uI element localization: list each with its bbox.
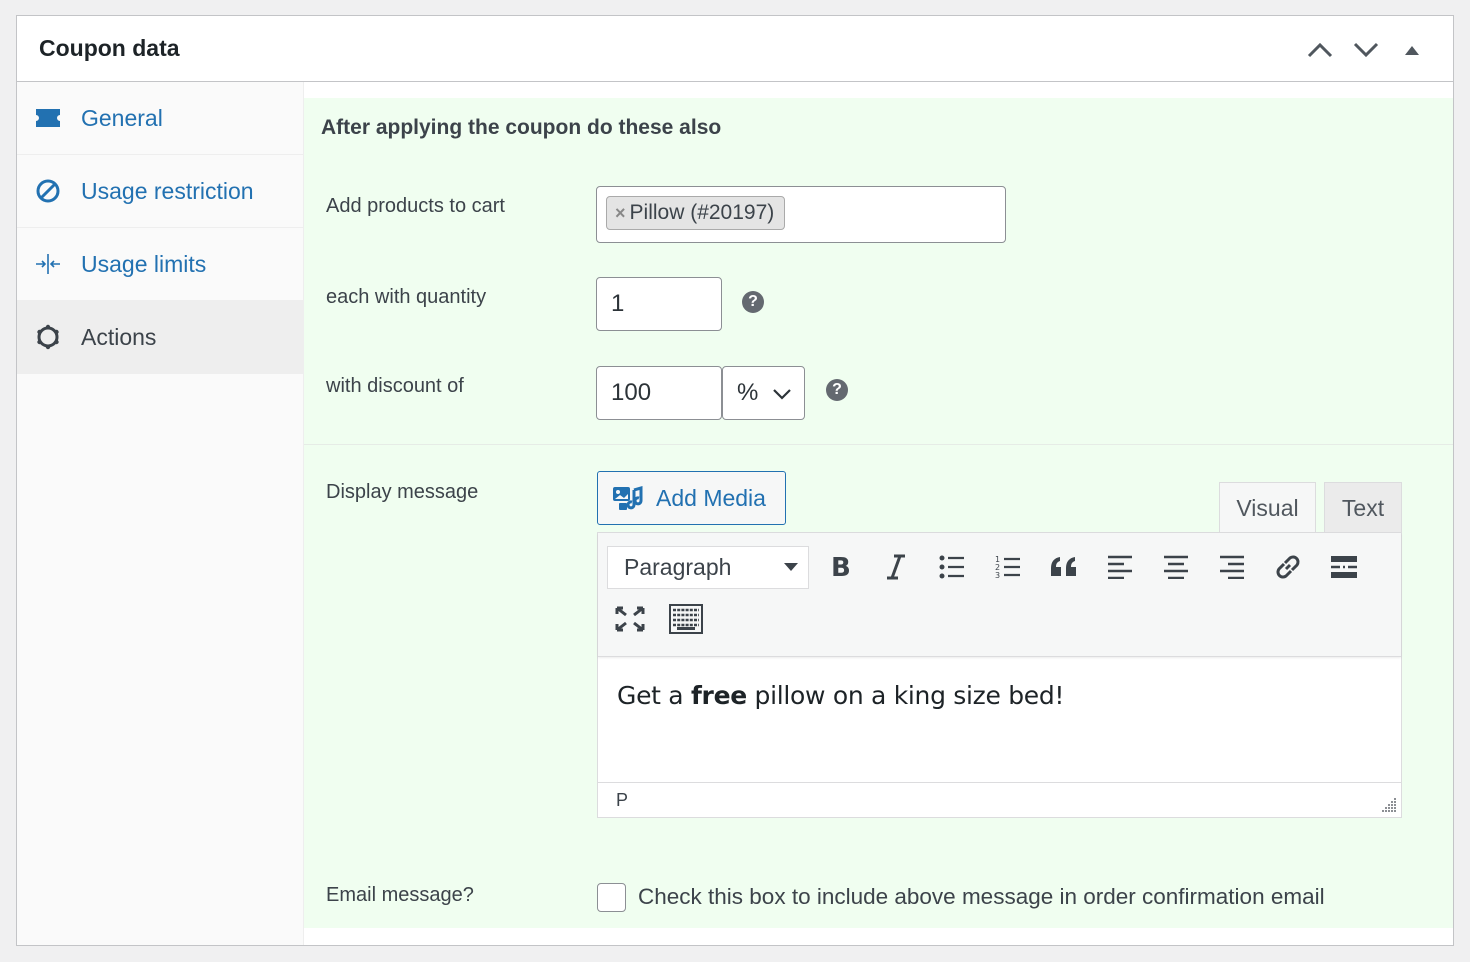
tab-label: Actions [81, 323, 157, 350]
email-message-checkbox-label[interactable]: Check this box to include above message … [638, 884, 1325, 910]
fullscreen-icon [615, 606, 645, 632]
panel-title: Coupon data [39, 35, 180, 61]
gear-icon [33, 324, 63, 350]
discount-type-value: % [737, 379, 759, 406]
align-left-button[interactable] [1100, 547, 1140, 587]
italic-button[interactable] [876, 547, 916, 587]
tab-label: General [81, 104, 163, 131]
content-text-after: pillow on a king size bed! [746, 681, 1065, 710]
add-media-button[interactable]: Add Media [597, 471, 786, 525]
ticket-icon [33, 105, 63, 131]
tab-visual[interactable]: Visual [1219, 482, 1316, 533]
link-icon [1276, 555, 1300, 579]
quantity-help-icon[interactable]: ? [742, 291, 764, 313]
triangle-up-icon [1405, 46, 1419, 55]
add-products-select[interactable]: × Pillow (#20197) [596, 186, 1006, 243]
align-center-button[interactable] [1156, 547, 1196, 587]
move-up-button[interactable] [1297, 34, 1343, 66]
panel-header: Coupon data [17, 16, 1453, 82]
discount-input[interactable]: 100 [596, 366, 722, 420]
selected-product-label: Pillow (#20197) [629, 201, 775, 224]
italic-icon [887, 554, 905, 580]
chevron-down-icon [1353, 42, 1379, 58]
email-message-label: Email message? [326, 884, 474, 906]
content-text-bold: free [690, 681, 747, 710]
blockquote-button[interactable] [1044, 547, 1084, 587]
bold-icon: B [831, 554, 851, 580]
read-more-icon [1331, 556, 1357, 578]
content-text-before: Get a [617, 681, 691, 710]
coupon-tabs: General Usage restriction Usage limits A… [17, 82, 304, 945]
discount-help-icon[interactable]: ? [826, 379, 848, 401]
move-down-button[interactable] [1343, 34, 1389, 66]
svg-text:B: B [831, 554, 851, 580]
remove-product-button[interactable]: × [615, 203, 626, 224]
quantity-input[interactable]: 1 [596, 277, 722, 331]
chevron-up-icon [1307, 42, 1333, 58]
tab-actions[interactable]: Actions [17, 301, 303, 374]
align-right-button[interactable] [1212, 547, 1252, 587]
add-media-label: Add Media [656, 484, 766, 511]
tab-general[interactable]: General [17, 82, 303, 155]
tab-label: Usage restriction [81, 177, 254, 204]
svg-text:3: 3 [995, 571, 1000, 580]
coupon-data-panel: Coupon data General Usage restriction Us… [16, 15, 1454, 946]
add-products-label: Add products to cart [326, 195, 505, 217]
link-button[interactable] [1268, 547, 1308, 587]
editor-toolbar: Paragraph B 123 [598, 533, 1401, 657]
bulleted-list-button[interactable] [932, 547, 972, 587]
tab-usage-restriction[interactable]: Usage restriction [17, 155, 303, 228]
keyboard-icon [669, 604, 703, 634]
align-left-icon [1108, 555, 1132, 579]
numbered-list-icon: 123 [995, 555, 1020, 580]
numbered-list-button[interactable]: 123 [988, 547, 1028, 587]
display-message-label: Display message [326, 481, 479, 503]
selected-product-chip: × Pillow (#20197) [606, 196, 786, 230]
align-right-icon [1220, 555, 1244, 579]
add-media-icon [612, 484, 644, 512]
caret-down-icon [784, 563, 798, 571]
bulleted-list-icon [939, 555, 964, 579]
tab-text[interactable]: Text [1324, 482, 1402, 533]
section-title: After applying the coupon do these also [321, 116, 722, 139]
blockquote-icon [1051, 557, 1076, 576]
discount-type-select[interactable]: % [722, 366, 805, 420]
block-icon [33, 178, 63, 204]
discount-label: with discount of [326, 375, 464, 397]
email-message-checkbox[interactable] [597, 883, 626, 912]
actions-section: After applying the coupon do these also … [304, 98, 1453, 928]
message-editor: Paragraph B 123 Get a free pillow on a k… [597, 532, 1402, 818]
tab-usage-limits[interactable]: Usage limits [17, 228, 303, 301]
fullscreen-button[interactable] [610, 599, 650, 639]
chevron-down-icon [773, 389, 791, 400]
toggle-panel-button[interactable] [1389, 34, 1435, 66]
actions-panel: After applying the coupon do these also … [304, 82, 1453, 945]
editor-statusbar: P [598, 782, 1401, 817]
read-more-button[interactable] [1324, 547, 1364, 587]
handle-actions [1297, 34, 1435, 66]
message-content[interactable]: Get a free pillow on a king size bed! [617, 681, 1064, 710]
format-select[interactable]: Paragraph [607, 546, 809, 589]
format-select-value: Paragraph [624, 554, 732, 580]
element-path[interactable]: P [616, 790, 628, 811]
toolbar-toggle-button[interactable] [666, 599, 706, 639]
quantity-label: each with quantity [326, 286, 487, 308]
bold-button[interactable]: B [820, 547, 860, 587]
limits-icon [33, 251, 63, 277]
tab-label: Usage limits [81, 250, 207, 277]
align-center-icon [1164, 555, 1188, 579]
divider [304, 444, 1453, 445]
resize-handle-icon[interactable] [1381, 797, 1397, 813]
